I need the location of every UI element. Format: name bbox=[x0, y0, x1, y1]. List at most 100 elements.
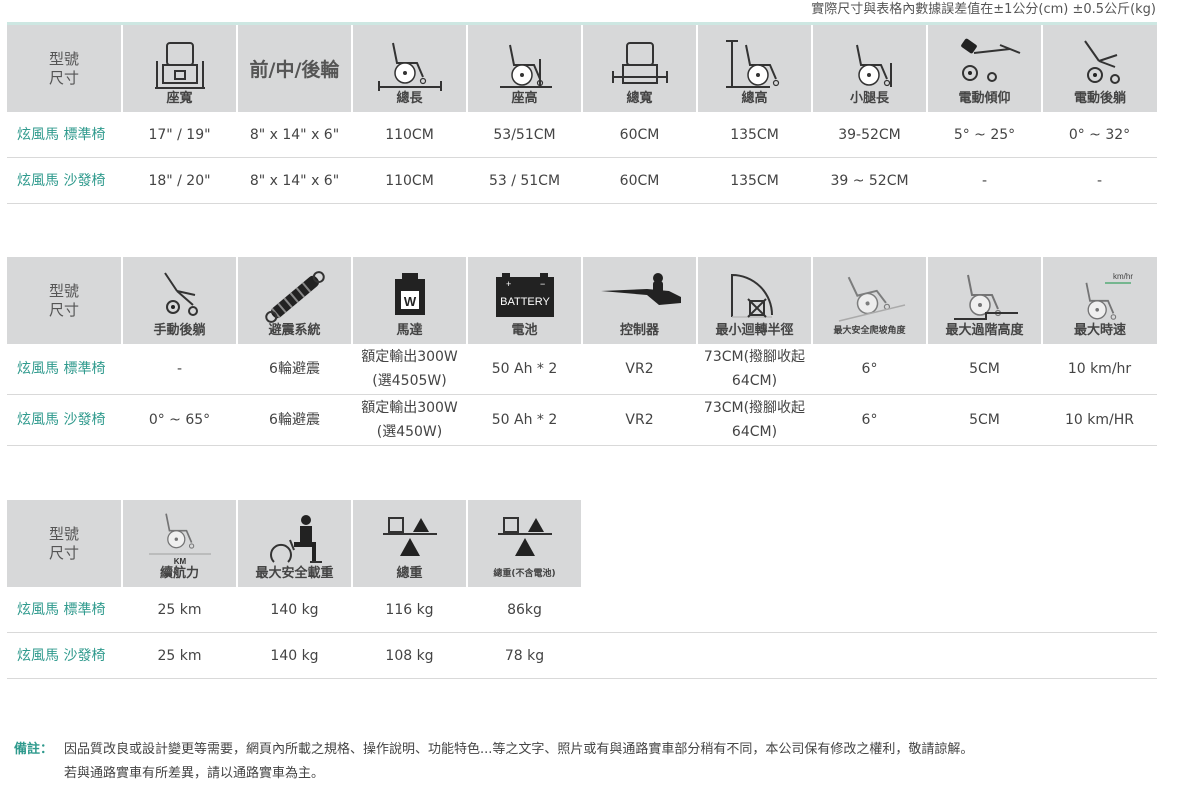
spec-value: 39 ~ 52CM bbox=[812, 157, 927, 204]
spec-value: VR2 bbox=[582, 344, 697, 395]
header-suspension: 避震系統 bbox=[236, 257, 352, 344]
model-label: 型號 bbox=[48, 524, 79, 543]
spec-value: - bbox=[1042, 157, 1157, 204]
header-caption: 座高 bbox=[511, 91, 538, 106]
empty-cell bbox=[1042, 587, 1157, 633]
table-row: 炫風馬 標準椅 -6輪避震 額定輸出300W (選4505W) 50 Ah * 2 VR… bbox=[7, 344, 1157, 395]
spec-value: 39-52CM bbox=[812, 112, 927, 158]
header-max-speed: km/hr 最大時速 bbox=[1041, 257, 1157, 344]
header-text: 前/中/後輪 bbox=[249, 59, 340, 81]
total-height-icon bbox=[725, 40, 779, 88]
spec-value: 6° bbox=[812, 394, 927, 446]
spec-table-3: 型號 尺寸 KM 續航力 最大安全載重 總重 總重(不含電池) 炫風馬 標準椅 … bbox=[7, 500, 1157, 679]
header-wheels: 前/中/後輪 bbox=[236, 23, 352, 112]
range-icon: KM bbox=[148, 513, 211, 566]
svg-text:BATTERY: BATTERY bbox=[500, 296, 550, 308]
model-label: 型號 bbox=[48, 281, 79, 300]
header-caption: 最大安全爬坡角度 bbox=[833, 326, 906, 336]
header-battery: + − BATTERY 電池 bbox=[466, 257, 582, 344]
spec-value: 53 / 51CM bbox=[467, 157, 582, 204]
spec-value: 110CM bbox=[352, 112, 467, 158]
spec-value: 53/51CM bbox=[467, 112, 582, 158]
empty-cell bbox=[697, 587, 812, 633]
header-total-width: 總寬 bbox=[581, 23, 697, 112]
spec-value: 10 km/hr bbox=[1042, 344, 1157, 395]
spec-value: - bbox=[927, 157, 1042, 204]
spec-value: 140 kg bbox=[237, 632, 352, 679]
header-caption: 續航力 bbox=[159, 566, 199, 581]
step-height-icon bbox=[953, 274, 1018, 320]
header-caption: 控制器 bbox=[619, 323, 659, 338]
spec-value: 6輪避震 bbox=[237, 394, 352, 446]
model-name: 炫風馬 沙發椅 bbox=[7, 632, 122, 679]
spec-value: 108 kg bbox=[352, 632, 467, 679]
spec-value: 50 Ah * 2 bbox=[467, 344, 582, 395]
controller-icon bbox=[600, 273, 681, 305]
power-tilt-icon bbox=[960, 38, 1020, 82]
spec-value: 25 km bbox=[122, 632, 237, 679]
header-turning-radius: 最小迴轉半徑 bbox=[696, 257, 812, 344]
model-size-header: 型號 尺寸 bbox=[7, 23, 122, 112]
spec-value: VR2 bbox=[582, 394, 697, 446]
spec-table-2: 型號 尺寸 手動後躺 避震系統 W 馬達 + − BATTERY 電池 控制器 … bbox=[7, 257, 1157, 446]
spec-value: 0° ~ 65° bbox=[122, 394, 237, 446]
seat-height-icon bbox=[499, 44, 552, 88]
empty-cell bbox=[697, 632, 812, 679]
empty-cell bbox=[582, 587, 697, 633]
power-recline-icon bbox=[1084, 40, 1120, 84]
spec-value: 0° ~ 32° bbox=[1042, 112, 1157, 158]
spec-value: 73CM(撥腳收起 64CM) bbox=[697, 394, 812, 446]
weight-no-battery-icon bbox=[497, 517, 552, 556]
size-label: 尺寸 bbox=[48, 543, 79, 562]
spec-value: 8" x 14" x 6" bbox=[237, 112, 352, 158]
header-manual-recline: 手動後躺 bbox=[121, 257, 237, 344]
manual-recline-icon bbox=[163, 272, 198, 316]
spec-value: 18" / 20" bbox=[122, 157, 237, 204]
table-row: 炫風馬 沙發椅 25 km 140 kg 108 kg 78 kg bbox=[7, 632, 1157, 679]
spec-value: 78 kg bbox=[467, 632, 582, 679]
model-label: 型號 bbox=[48, 49, 79, 68]
header-caption: 最大時速 bbox=[1073, 323, 1126, 338]
max-load-icon bbox=[269, 515, 322, 563]
header-caption: 電動後躺 bbox=[1073, 91, 1126, 106]
leg-length-icon bbox=[855, 44, 892, 87]
svg-text:+: + bbox=[506, 279, 511, 289]
spec-value: 50 Ah * 2 bbox=[467, 394, 582, 446]
spec-value: 25 km bbox=[122, 587, 237, 633]
spec-value: 86kg bbox=[467, 587, 582, 633]
spec-value: 5° ~ 25° bbox=[927, 112, 1042, 158]
total-weight-icon bbox=[382, 517, 437, 556]
empty-header-cell bbox=[696, 500, 812, 587]
suspension-icon bbox=[264, 271, 325, 323]
header-row: 型號 尺寸 手動後躺 避震系統 W 馬達 + − BATTERY 電池 控制器 … bbox=[7, 257, 1157, 344]
slope-icon bbox=[838, 276, 905, 322]
empty-cell bbox=[927, 587, 1042, 633]
empty-cell bbox=[927, 632, 1042, 679]
header-max-load: 最大安全載重 bbox=[236, 500, 352, 587]
header-row: 型號 尺寸 KM 續航力 最大安全載重 總重 總重(不含電池) bbox=[7, 500, 1157, 587]
size-label: 尺寸 bbox=[48, 300, 79, 319]
svg-text:km/hr: km/hr bbox=[1113, 272, 1133, 281]
header-caption: 電池 bbox=[511, 323, 538, 338]
size-label: 尺寸 bbox=[48, 68, 79, 87]
header-leg-length: 小腿長 bbox=[811, 23, 927, 112]
header-total-height: 總高 bbox=[696, 23, 812, 112]
header-caption: 最小迴轉半徑 bbox=[715, 323, 794, 338]
header-controller: 控制器 bbox=[581, 257, 697, 344]
table-row: 炫風馬 沙發椅 18" / 20" 8" x 14" x 6" 110CM 53 / 5… bbox=[7, 157, 1157, 204]
spec-value: 17" / 19" bbox=[122, 112, 237, 158]
seat-width-icon bbox=[154, 42, 205, 89]
header-row: 型號 尺寸 座寬 前/中/後輪 總長 座高 總寬 總高 小腿長 電動傾仰 電動後… bbox=[7, 23, 1157, 112]
header-caption: 馬達 bbox=[396, 323, 423, 338]
header-caption: 小腿長 bbox=[849, 91, 889, 106]
header-slope: 最大安全爬坡角度 bbox=[811, 257, 927, 344]
model-name: 炫風馬 沙發椅 bbox=[7, 157, 122, 204]
remarks-label: 備註： bbox=[14, 742, 54, 757]
header-caption: 總重 bbox=[396, 566, 423, 581]
spec-value: 6° bbox=[812, 344, 927, 395]
header-range: KM 續航力 bbox=[121, 500, 237, 587]
model-name: 炫風馬 沙發椅 bbox=[7, 394, 122, 446]
header-weight-no-battery: 總重(不含電池) bbox=[466, 500, 582, 587]
svg-text:W: W bbox=[403, 294, 416, 309]
spec-value: 60CM bbox=[582, 112, 697, 158]
